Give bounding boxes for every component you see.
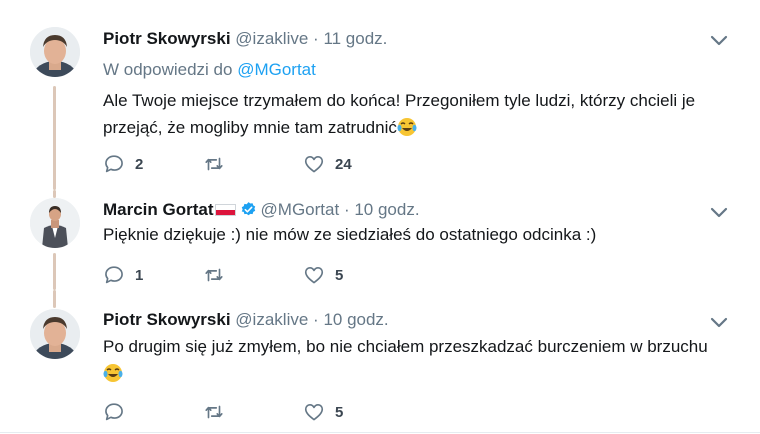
- reply-button[interactable]: 1: [103, 263, 143, 287]
- tweet-1[interactable]: Piotr Skowyrski @izaklive · 11 godz. W o…: [0, 0, 760, 190]
- reply-icon: [105, 155, 123, 173]
- tweet-header: Piotr Skowyrski @izaklive · 11 godz.: [103, 29, 387, 49]
- chevron-down-icon[interactable]: [710, 206, 728, 218]
- tweet-text-content: Po drugim się już zmyłem, bo nie chciałe…: [103, 337, 708, 356]
- like-button[interactable]: 5: [303, 263, 343, 287]
- chevron-down-icon[interactable]: [710, 316, 728, 328]
- author-handle[interactable]: @izaklive: [235, 310, 308, 329]
- heart-icon: [304, 267, 324, 284]
- tweet-text: Ale Twoje miejsce trzymałem do końca! Pr…: [103, 87, 743, 141]
- retweet-icon: [205, 157, 223, 171]
- avatar[interactable]: [30, 309, 80, 359]
- tears-of-joy-emoji-icon: [103, 364, 123, 382]
- retweet-button[interactable]: [203, 400, 235, 424]
- thread-line: [53, 253, 56, 290]
- reply-icon: [105, 266, 123, 284]
- like-button[interactable]: 5: [303, 400, 343, 424]
- author-handle[interactable]: @MGortat: [261, 200, 340, 219]
- like-count: 5: [335, 403, 344, 421]
- reply-count: 1: [135, 266, 144, 284]
- reply-button[interactable]: [103, 400, 135, 424]
- tweet-text: Pięknie dziękuje :) nie mów ze siedziałe…: [103, 221, 743, 248]
- avatar-image: [30, 198, 80, 248]
- avatar-image: [30, 309, 80, 359]
- poland-flag-icon: [214, 204, 236, 216]
- tweet-header: Marcin Gortat @MGortat · 10 godz.: [103, 200, 420, 220]
- tears-of-joy-emoji-icon: [397, 118, 417, 136]
- bottom-divider: [0, 432, 760, 433]
- separator-dot: ·: [313, 29, 319, 48]
- retweet-button[interactable]: [203, 152, 235, 176]
- avatar[interactable]: [30, 27, 80, 77]
- retweet-icon: [205, 268, 223, 282]
- heart-icon: [304, 404, 324, 421]
- reply-count: 2: [135, 155, 144, 173]
- thread-line: [53, 190, 56, 198]
- reply-button[interactable]: 2: [103, 152, 143, 176]
- separator-dot: ·: [313, 310, 319, 329]
- retweet-button[interactable]: [203, 263, 235, 287]
- heart-icon: [304, 156, 324, 173]
- avatar[interactable]: [30, 198, 80, 248]
- tweet-2[interactable]: Marcin Gortat @MGortat · 10 godz. Piękni…: [0, 190, 760, 290]
- chevron-down-icon[interactable]: [710, 34, 728, 46]
- timestamp[interactable]: 10 godz.: [354, 200, 419, 219]
- author-handle[interactable]: @izaklive: [235, 29, 308, 48]
- thread-line: [53, 86, 56, 190]
- separator-dot: ·: [343, 200, 350, 219]
- author-name[interactable]: Piotr Skowyrski: [103, 29, 231, 48]
- reply-icon: [105, 403, 123, 421]
- retweet-icon: [205, 405, 223, 419]
- reply-context: W odpowiedzi do @MGortat: [103, 60, 316, 80]
- author-name[interactable]: Marcin Gortat: [103, 200, 214, 219]
- verified-badge-icon: [241, 202, 255, 216]
- tweet-3[interactable]: Piotr Skowyrski @izaklive · 10 godz. Po …: [0, 290, 760, 434]
- timestamp[interactable]: 11 godz.: [323, 29, 387, 48]
- avatar-image: [30, 27, 80, 77]
- thread-line: [53, 290, 56, 308]
- timestamp[interactable]: 10 godz.: [323, 310, 388, 329]
- author-name[interactable]: Piotr Skowyrski: [103, 310, 231, 329]
- like-count: 5: [335, 266, 344, 284]
- like-button[interactable]: 24: [303, 152, 352, 176]
- reply-context-label: W odpowiedzi do: [103, 60, 233, 79]
- like-count: 24: [335, 155, 352, 173]
- tweet-header: Piotr Skowyrski @izaklive · 10 godz.: [103, 310, 389, 330]
- tweet-text: Po drugim się już zmyłem, bo nie chciałe…: [103, 333, 743, 387]
- tweet-text-content: Pięknie dziękuje :) nie mów ze siedziałe…: [103, 225, 597, 244]
- reply-to-link[interactable]: @MGortat: [237, 60, 316, 79]
